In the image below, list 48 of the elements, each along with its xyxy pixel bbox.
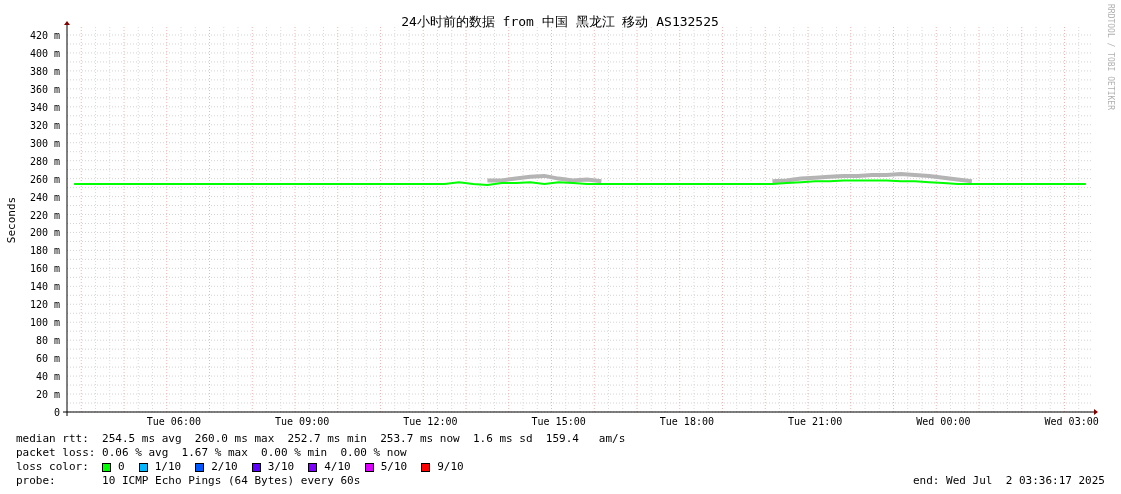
end-time: end: Wed Jul 2 03:36:17 2025 (912, 474, 1105, 488)
y-tick-label: 20 m (35, 389, 60, 401)
legend-value: 10 ICMP Echo Pings (64 Bytes) every 60s (102, 474, 361, 488)
y-tick-label: 300 m (29, 137, 60, 149)
x-tick-label: Tue 15:00 (531, 416, 586, 427)
y-tick-label: 180 m (29, 245, 60, 257)
y-tick-label: 140 m (29, 281, 60, 293)
y-tick-label: 220 m (29, 209, 60, 221)
y-tick-label: 260 m (29, 173, 60, 185)
x-tick-label: Tue 09:00 (275, 416, 330, 427)
y-tick-label: 240 m (29, 191, 60, 203)
y-axis-title: Seconds (5, 196, 18, 244)
legend-value: 2/10 (211, 460, 238, 474)
x-tick-label: Tue 18:00 (659, 416, 714, 427)
legend-value: 1/10 (154, 460, 182, 474)
legend-value: 5/10 (380, 460, 408, 474)
y-tick-label: 100 m (29, 317, 60, 329)
y-tick-label: 120 m (29, 299, 60, 311)
y-tick-label: 0 (53, 407, 60, 418)
y-tick-label: 80 m (35, 335, 60, 347)
y-tick-label: 360 m (29, 83, 60, 95)
legend-label: loss color: (16, 460, 90, 474)
legend-value: 9/10 (437, 460, 464, 474)
x-tick-label: Tue 21:00 (788, 416, 843, 427)
y-tick-label: 160 m (29, 263, 60, 275)
y-tick-label: 60 m (35, 353, 60, 365)
legend-value: 4/10 (324, 460, 351, 474)
y-tick-label: 420 m (29, 30, 60, 41)
y-tick-label: 400 m (29, 47, 60, 59)
x-tick-label: Wed 00:00 (916, 416, 971, 427)
x-tick-label: Tue 06:00 (146, 416, 201, 427)
side-credit: RRDTOOL / TOBI OETIKER (1106, 4, 1115, 110)
legend-value: 254.5 ms avg 260.0 ms max 252.7 ms min 253.7 ms now 1.6 ms sd 159.4 am/s (102, 432, 626, 446)
y-tick-label: 320 m (29, 119, 60, 131)
legend-label: packet loss: (16, 446, 97, 460)
y-tick-label: 200 m (29, 227, 60, 239)
legend-value: 0 (118, 460, 125, 474)
graph-title: 24小时前的数据 from 中国 黑龙江 移动 AS132525 (401, 14, 719, 29)
legend-label: probe: (16, 474, 57, 488)
legend-label: median rtt: (16, 432, 90, 446)
y-tick-label: 340 m (29, 101, 60, 113)
x-tick-label: Wed 03:00 (1044, 416, 1099, 427)
legend-value: 3/10 (267, 460, 295, 474)
y-tick-label: 280 m (29, 155, 60, 167)
legend-value: 0.06 % avg 1.67 % max 0.00 % min 0.00 % now (102, 446, 407, 460)
y-tick-label: 40 m (35, 371, 60, 383)
x-tick-label: Tue 12:00 (403, 416, 458, 427)
y-tick-label: 380 m (29, 65, 60, 77)
